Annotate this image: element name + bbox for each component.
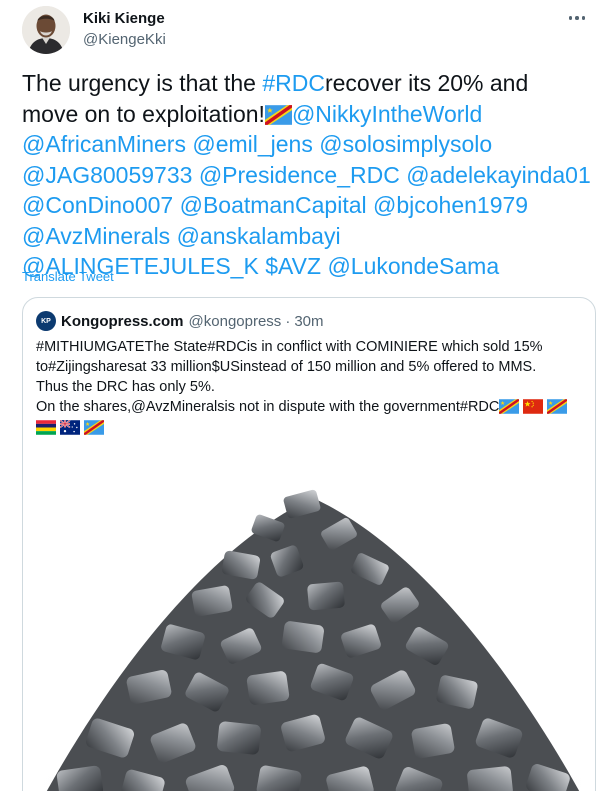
quoted-author-name[interactable]: Kongopress.com — [61, 313, 184, 330]
mention-link[interactable]: @AfricanMiners — [22, 131, 186, 157]
drc-flag-icon — [265, 105, 292, 125]
quoted-text-line: On the shares,@AvzMineralsis not in disp… — [36, 399, 500, 415]
mauritius-flag-icon — [36, 420, 56, 435]
text-segment: recover its 20% and — [324, 70, 529, 96]
more-options-icon[interactable] — [566, 10, 588, 26]
metal-pile-illustration — [23, 489, 595, 791]
mention-link[interactable]: @BoatmanCapital — [180, 192, 367, 218]
china-flag-icon — [523, 399, 543, 414]
mention-link[interactable]: @solosimplysolo — [319, 131, 492, 157]
flags-row — [36, 418, 588, 438]
mention-link[interactable]: @LukondeSama — [327, 253, 499, 279]
mention-link[interactable]: @bjcohen1979 — [373, 192, 528, 218]
quoted-timestamp[interactable]: 30m — [294, 313, 323, 330]
mention-link[interactable]: @ConDino007 — [22, 192, 173, 218]
quoted-tweet[interactable]: KP Kongopress.com @kongopress · 30m #MIT… — [22, 297, 596, 791]
drc-flag-icon — [547, 399, 567, 414]
author-name[interactable]: Kiki Kienge — [83, 10, 165, 27]
separator-dot: · — [285, 312, 291, 330]
drc-flag-icon — [499, 399, 519, 414]
mention-link[interactable]: @NikkyIntheWorld — [292, 101, 482, 127]
mention-link[interactable]: @adelekayinda01 — [406, 162, 590, 188]
quoted-text-line-with-flags: On the shares,@AvzMineralsis not in disp… — [36, 397, 588, 417]
tweet-header: Kiki Kienge @KiengeKki — [22, 6, 592, 56]
cashtag-link[interactable]: $AVZ — [265, 253, 321, 279]
quoted-author-handle[interactable]: @kongopress — [189, 313, 282, 330]
mention-link[interactable]: @AvzMinerals — [22, 223, 170, 249]
tweet-text: The urgency is that the #RDCrecover its … — [22, 68, 602, 282]
mention-link[interactable]: @anskalambayi — [177, 223, 341, 249]
mention-link[interactable]: @JAG80059733 — [22, 162, 192, 188]
drc-flag-icon — [84, 420, 104, 435]
quoted-tweet-text: #MITHIUMGATEThe State#RDCis in conflict … — [36, 337, 588, 438]
quoted-text-line: Thus the DRC has only 5%. — [36, 379, 215, 395]
author-avatar[interactable] — [22, 6, 70, 54]
mention-link[interactable]: @emil_jens — [192, 131, 313, 157]
hashtag-link[interactable]: #RDC — [262, 70, 325, 96]
quoted-tweet-header: KP Kongopress.com @kongopress · 30m — [36, 311, 324, 331]
quoted-media-image[interactable] — [23, 438, 595, 791]
quoted-avatar[interactable]: KP — [36, 311, 56, 331]
text-segment: The urgency is that the — [22, 70, 263, 96]
quoted-text-line: to#Zijingsharesat 33 million$USinstead o… — [36, 359, 537, 375]
australia-flag-icon — [60, 420, 80, 435]
text-segment: move on to exploitation! — [22, 100, 265, 127]
translate-tweet-link[interactable]: Translate Tweet — [22, 269, 114, 284]
author-handle[interactable]: @KiengeKki — [83, 31, 166, 48]
mention-link[interactable]: @Presidence_RDC — [199, 162, 400, 188]
quoted-text-line: #MITHIUMGATEThe State#RDCis in conflict … — [36, 339, 543, 355]
